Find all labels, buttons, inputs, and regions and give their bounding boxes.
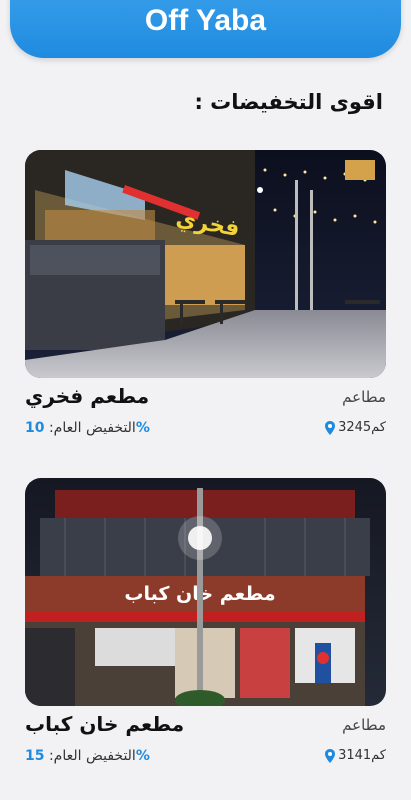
distance-info: 3245كم bbox=[324, 420, 386, 435]
distance-value: 3245كم bbox=[338, 420, 386, 435]
discount-value: 15 bbox=[25, 748, 45, 764]
discount-label: التخفيض العام: bbox=[48, 748, 136, 764]
distance-value: 3141كم bbox=[338, 748, 386, 763]
restaurant-photo[interactable]: فخري bbox=[25, 150, 386, 378]
location-pin-icon bbox=[325, 420, 336, 435]
location-pin-icon bbox=[325, 748, 336, 763]
discount-value: 10 bbox=[25, 420, 45, 436]
discount-info: %التخفيض العام: 10 bbox=[25, 420, 150, 436]
distance-info: 3141كم bbox=[324, 748, 386, 763]
restaurant-category: مطاعم bbox=[342, 716, 386, 734]
restaurant-name[interactable]: مطعم خان كباب bbox=[25, 712, 184, 736]
section-title: اقوى التخفيضات : bbox=[194, 90, 383, 114]
restaurant-category: مطاعم bbox=[342, 388, 386, 406]
percent-symbol: % bbox=[135, 748, 150, 764]
discount-label: التخفيض العام: bbox=[48, 420, 136, 436]
restaurant-card[interactable]: مطعم خان كباب مطعم خان كباب مطاعم %التخف… bbox=[25, 478, 386, 774]
app-header: Off Yaba bbox=[10, 0, 401, 58]
restaurant-name[interactable]: مطعم فخري bbox=[25, 384, 149, 408]
restaurant-photo[interactable]: مطعم خان كباب bbox=[25, 478, 386, 706]
restaurant-card[interactable]: فخري مطعم فخري مطاعم %التخفيض العام: 10 … bbox=[25, 150, 386, 446]
app-title: Off Yaba bbox=[144, 4, 267, 37]
discount-info: %التخفيض العام: 15 bbox=[25, 748, 150, 764]
percent-symbol: % bbox=[135, 420, 150, 436]
